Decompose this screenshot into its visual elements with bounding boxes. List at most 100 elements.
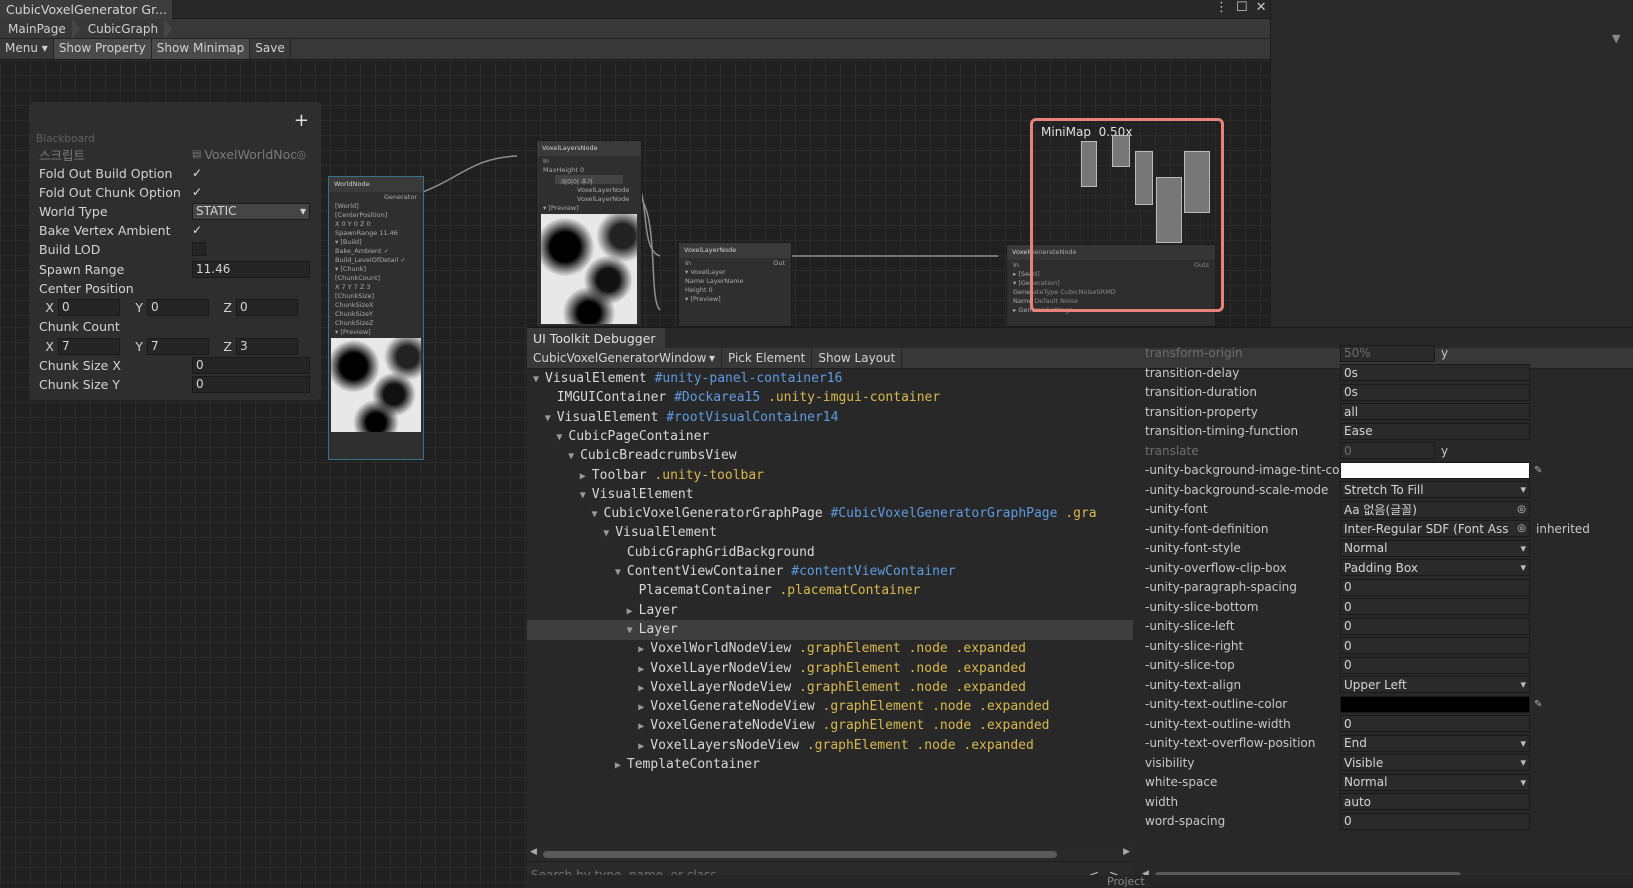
voxel-layers-node[interactable]: VoxelLayersNode In MaxHeight 0 레이어 추가 Vo… xyxy=(536,140,642,327)
node-row[interactable]: MaxHeight 0 xyxy=(537,165,641,174)
center-z-field[interactable]: 0 xyxy=(236,298,298,316)
node-row[interactable]: X 7 Y 7 Z 3 xyxy=(329,282,423,291)
tree-node[interactable]: ▶ VoxelLayersNodeView .graphElement .node… xyxy=(527,736,1133,756)
style-property-field[interactable]: Ease xyxy=(1340,422,1530,440)
node-row[interactable]: Build_LevelOfDetail ✓ xyxy=(329,255,423,264)
style-property-dropdown[interactable]: Normal xyxy=(1340,773,1530,791)
style-property-field[interactable]: Inter-Regular SDF (Font Ass ◎ xyxy=(1340,520,1530,537)
expand-down-icon[interactable]: ▼ xyxy=(592,509,604,520)
style-property-field[interactable]: 0 xyxy=(1340,715,1530,732)
node-row[interactable]: ▾ [Preview] xyxy=(329,327,423,336)
panel-select-dropdown[interactable]: CubicVoxelGeneratorWindow ▾ xyxy=(527,348,722,368)
world-node[interactable]: WorldNode Generator [World] [CenterPosit… xyxy=(328,176,424,460)
eyedropper-icon[interactable]: ✎ xyxy=(1534,465,1548,476)
maximize-icon[interactable]: ☐ xyxy=(1236,0,1248,18)
more-icon[interactable]: ⋮ xyxy=(1215,0,1228,18)
pick-element-button[interactable]: Pick Element xyxy=(722,348,813,368)
expand-right-icon[interactable]: ▶ xyxy=(638,683,650,694)
node-row[interactable]: ▾ [Preview] xyxy=(537,203,641,212)
menu-button[interactable]: Menu ▾ xyxy=(0,39,54,59)
tree-horizontal-scrollbar[interactable]: ◀ ▶ xyxy=(527,847,1133,861)
node-row[interactable]: Name LayerName xyxy=(679,276,791,285)
input-port[interactable]: In xyxy=(537,156,641,165)
tree-node[interactable]: ▶ VoxelGenerateNodeView .graphElement .no… xyxy=(527,697,1133,717)
debugger-tab[interactable]: UI Toolkit Debugger xyxy=(527,328,665,348)
style-property-field[interactable]: 0 xyxy=(1340,598,1530,615)
style-property-dropdown[interactable]: End xyxy=(1340,734,1530,752)
expand-right-icon[interactable]: ▶ xyxy=(638,702,650,713)
style-properties-panel[interactable]: transform-origin 50% y transition-delay 0s tr… xyxy=(1139,344,1633,869)
tree-node[interactable]: IMGUIContainer #Dockarea15 .unity-imgui-… xyxy=(527,388,1133,408)
fold-out-chunk-checkbox[interactable]: ✓ xyxy=(192,185,206,199)
node-row[interactable]: Bake_Ambient ✓ xyxy=(329,246,423,255)
color-field[interactable] xyxy=(1340,461,1530,479)
expand-down-icon[interactable]: ▼ xyxy=(580,490,592,501)
tree-node[interactable]: ▶ Toolbar .unity-toolbar xyxy=(527,466,1133,486)
expand-right-icon[interactable]: ▶ xyxy=(615,760,627,771)
chunk-size-y-field[interactable]: 0 xyxy=(192,375,310,393)
eyedropper-icon[interactable]: ✎ xyxy=(1534,699,1548,710)
chunk-y-field[interactable]: 7 xyxy=(147,337,209,355)
style-property-field[interactable]: all xyxy=(1340,403,1530,420)
tree-node[interactable]: ▼ VisualElement xyxy=(527,523,1133,543)
input-port[interactable]: In xyxy=(685,259,691,267)
minimap[interactable]: MiniMap 0.50x xyxy=(1030,118,1224,312)
center-x-field[interactable]: 0 xyxy=(58,298,120,316)
tree-node[interactable]: ▶ VoxelGenerateNodeView .graphElement .no… xyxy=(527,716,1133,736)
chunk-size-x-field[interactable]: 0 xyxy=(192,356,310,374)
node-row[interactable]: ▾ [Build] xyxy=(329,237,423,246)
expand-down-icon[interactable]: ▼ xyxy=(568,451,580,462)
scroll-left-icon[interactable]: ◀ xyxy=(530,847,537,857)
tree-node[interactable]: ▼ VisualElement #unity-panel-container16 xyxy=(527,369,1133,389)
expand-down-icon[interactable]: ▼ xyxy=(615,567,627,578)
input-port[interactable]: In xyxy=(1013,261,1019,269)
scroll-right-icon[interactable]: ▶ xyxy=(1123,847,1130,857)
output-port[interactable]: Generator xyxy=(329,192,423,201)
style-property-field[interactable]: 0 xyxy=(1340,617,1530,635)
target-icon[interactable]: ◎ xyxy=(296,148,306,161)
node-row[interactable]: ChunkSizeY xyxy=(329,309,423,318)
breadcrumb-cubicgraph[interactable]: CubicGraph xyxy=(80,19,173,39)
breadcrumb-mainpage[interactable]: MainPage xyxy=(0,19,80,39)
bake-vertex-checkbox[interactable]: ✓ xyxy=(192,223,206,237)
tree-node[interactable]: PlacematContainer .placematContainer xyxy=(527,581,1133,601)
expand-down-icon[interactable]: ▼ xyxy=(556,432,568,443)
expand-right-icon[interactable]: ▶ xyxy=(638,664,650,675)
tree-node[interactable]: ▼ ContentViewContainer #contentViewContai… xyxy=(527,562,1133,582)
tree-node[interactable]: ▶ Layer xyxy=(527,601,1133,621)
chevron-down-icon[interactable]: ▼ xyxy=(1612,32,1620,45)
node-row[interactable]: VoxelLayerNode xyxy=(537,194,641,203)
node-row[interactable]: ChunkSizeZ xyxy=(329,318,423,327)
expand-right-icon[interactable]: ▶ xyxy=(638,741,650,752)
tree-node[interactable]: ▼ Layer xyxy=(527,619,1133,640)
fold-out-build-checkbox[interactable]: ✓ xyxy=(192,166,206,180)
chunk-z-field[interactable]: 3 xyxy=(236,337,298,355)
node-row[interactable]: ▾ [Preview] xyxy=(679,294,791,303)
style-property-field[interactable]: 0 xyxy=(1340,637,1530,654)
project-tab[interactable]: Project xyxy=(1107,875,1145,888)
visual-tree[interactable]: ▼ VisualElement #unity-panel-container16 I… xyxy=(527,369,1133,859)
style-property-dropdown[interactable]: Stretch To Fill xyxy=(1340,481,1530,498)
add-icon[interactable]: + xyxy=(294,110,309,131)
spawn-range-field[interactable]: 11.46 xyxy=(192,260,310,278)
style-property-field[interactable]: 50% xyxy=(1340,344,1435,362)
expand-right-icon[interactable]: ▶ xyxy=(638,721,650,732)
style-property-field[interactable]: auto xyxy=(1340,793,1530,810)
tree-node[interactable]: ▼ VisualElement xyxy=(527,485,1133,505)
blackboard-panel[interactable]: + Blackboard 스크립트 ▤ VoxelWorldNod ◎ Fold … xyxy=(29,102,321,400)
style-property-dropdown[interactable]: Normal xyxy=(1340,539,1530,557)
style-property-dropdown[interactable]: Visible xyxy=(1340,754,1530,771)
show-layout-button[interactable]: Show Layout xyxy=(812,348,903,368)
show-property-button[interactable]: Show Property xyxy=(53,39,152,59)
tree-node[interactable]: ▶ VoxelLayerNodeView .graphElement .node … xyxy=(527,659,1133,679)
style-property-field[interactable]: 0 xyxy=(1340,442,1435,459)
style-property-field[interactable]: 0 xyxy=(1340,578,1530,596)
tree-node[interactable]: ▼ VisualElement #rootVisualContainer14 xyxy=(527,408,1133,428)
save-button[interactable]: Save xyxy=(250,39,291,59)
style-property-field[interactable]: 0 xyxy=(1340,812,1530,830)
chunk-x-field[interactable]: 7 xyxy=(58,337,120,355)
window-tab[interactable]: CubicVoxelGenerator Gr... xyxy=(0,0,172,19)
tree-node[interactable]: CubicGraphGridBackground xyxy=(527,543,1133,563)
node-row[interactable]: SpawnRange 11.46 xyxy=(329,228,423,237)
node-row[interactable]: ▾ VoxelLayer xyxy=(679,267,791,276)
